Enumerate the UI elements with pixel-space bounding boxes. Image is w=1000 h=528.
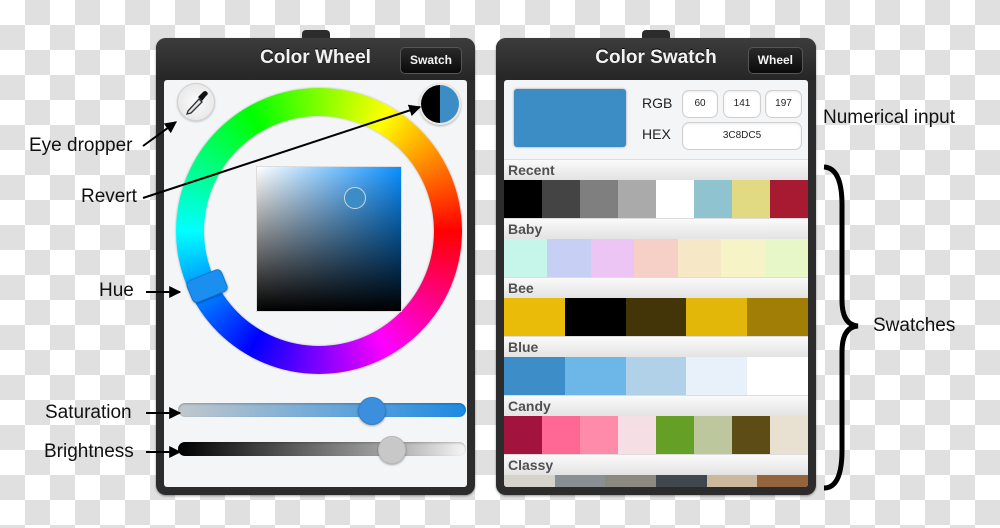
color-swatch[interactable] <box>770 180 808 218</box>
color-swatch[interactable] <box>686 357 748 395</box>
green-input[interactable]: 141 <box>723 90 761 118</box>
swatch-row <box>504 298 808 336</box>
color-swatch[interactable] <box>504 298 565 336</box>
color-swatch[interactable] <box>694 180 732 218</box>
hue-ring[interactable] <box>176 88 462 374</box>
current-color <box>440 85 459 123</box>
color-swatch[interactable] <box>747 357 808 395</box>
color-swatch[interactable] <box>757 475 808 487</box>
color-swatch[interactable] <box>656 416 694 454</box>
hex-label: HEX <box>642 126 671 142</box>
color-swatch[interactable] <box>605 475 657 487</box>
swatch-row <box>504 180 808 218</box>
color-swatch-panel: Color Swatch Wheel RGB HEX 60 141 197 3C… <box>496 30 816 495</box>
swatch-group-header: Bee <box>504 277 808 298</box>
color-swatch[interactable] <box>770 416 808 454</box>
eye-dropper-annotation: Eye dropper <box>29 135 133 156</box>
swatch-mode-button[interactable]: Swatch <box>399 47 462 74</box>
color-swatch[interactable] <box>554 475 606 487</box>
brightness-knob[interactable] <box>378 436 407 464</box>
color-swatch[interactable] <box>564 298 626 336</box>
saturation-brightness-square[interactable] <box>256 166 402 312</box>
color-swatch[interactable] <box>547 239 591 277</box>
swatch-content: RGB HEX 60 141 197 3C8DC5 Recent Baby Bee B… <box>504 80 808 487</box>
color-swatch[interactable] <box>677 239 722 277</box>
color-swatch[interactable] <box>580 416 618 454</box>
color-swatch[interactable] <box>747 298 808 336</box>
color-swatch[interactable] <box>625 357 687 395</box>
revert-annotation: Revert <box>81 186 137 207</box>
swatch-group-header: Recent <box>504 159 808 180</box>
saturation-annotation: Saturation <box>45 402 132 423</box>
color-swatch[interactable] <box>564 357 626 395</box>
brightness-slider[interactable] <box>178 436 466 464</box>
wheel-content <box>164 80 467 487</box>
color-swatch[interactable] <box>721 239 765 277</box>
color-swatch[interactable] <box>580 180 618 218</box>
wheel-titlebar: Color Wheel Swatch <box>156 38 475 80</box>
color-swatch[interactable] <box>590 239 635 277</box>
color-swatch[interactable] <box>618 416 656 454</box>
color-swatch[interactable] <box>504 180 542 218</box>
color-swatch[interactable] <box>504 239 548 277</box>
color-swatch[interactable] <box>504 357 565 395</box>
color-swatch[interactable] <box>656 180 694 218</box>
eye-dropper-icon <box>186 91 208 115</box>
color-swatch[interactable] <box>706 475 758 487</box>
color-swatch[interactable] <box>542 180 580 218</box>
color-swatch[interactable] <box>656 475 707 487</box>
color-swatch[interactable] <box>732 416 770 454</box>
swatch-row <box>504 239 808 277</box>
numerical-input-annotation: Numerical input <box>823 107 955 128</box>
color-swatch[interactable] <box>634 239 678 277</box>
hue-handle[interactable] <box>184 267 230 305</box>
swatch-row <box>504 357 808 395</box>
swatch-group-header: Blue <box>504 336 808 357</box>
swatch-row <box>504 416 808 454</box>
saturation-knob[interactable] <box>357 397 386 425</box>
color-swatch[interactable] <box>618 180 656 218</box>
color-picker-cursor[interactable] <box>344 187 366 209</box>
saturation-slider[interactable] <box>178 397 466 425</box>
swatches-annotation: Swatches <box>873 315 956 336</box>
swatch-group-header: Candy <box>504 395 808 416</box>
blue-input[interactable]: 197 <box>765 90 802 118</box>
hue-annotation: Hue <box>99 280 134 301</box>
color-wheel-panel: Color Wheel Swatch <box>156 30 475 495</box>
swatch-row <box>504 475 808 487</box>
wheel-mode-button[interactable]: Wheel <box>747 47 803 74</box>
color-preview <box>514 89 626 147</box>
brightness-annotation: Brightness <box>44 441 134 462</box>
swatch-group-header: Baby <box>504 218 808 239</box>
red-input[interactable]: 60 <box>682 90 718 118</box>
hex-input[interactable]: 3C8DC5 <box>682 122 802 150</box>
color-swatch[interactable] <box>686 298 748 336</box>
revert-button[interactable] <box>419 83 461 125</box>
color-swatch[interactable] <box>542 416 580 454</box>
color-swatch[interactable] <box>625 298 687 336</box>
color-swatch[interactable] <box>732 180 770 218</box>
swatch-group-header: Classy <box>504 454 808 475</box>
color-swatch[interactable] <box>504 416 542 454</box>
color-swatch[interactable] <box>764 239 808 277</box>
color-swatch[interactable] <box>694 416 732 454</box>
swatch-titlebar: Color Swatch Wheel <box>496 38 816 80</box>
swatches-brace <box>823 164 859 491</box>
rgb-label: RGB <box>642 95 673 111</box>
color-swatch[interactable] <box>504 475 555 487</box>
swatch-list[interactable]: Recent Baby Bee Blue Candy Classy <box>504 159 808 487</box>
eye-dropper-button[interactable] <box>177 83 215 121</box>
previous-color <box>421 85 440 123</box>
